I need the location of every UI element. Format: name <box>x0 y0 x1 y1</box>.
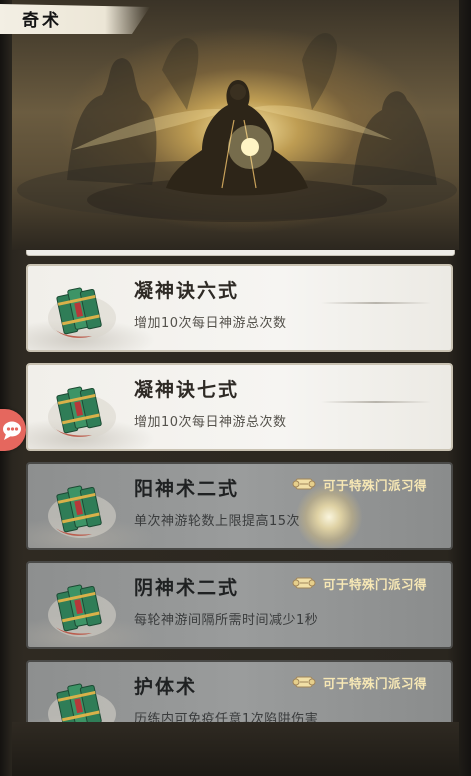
bottom-shade <box>12 722 459 776</box>
skill-card[interactable]: 凝神诀七式 增加10次每日神游总次数 <box>26 363 453 451</box>
skill-desc: 历练内可免疫任意1次陷阱伤害 <box>134 712 319 722</box>
chat-bubble-icon <box>3 421 21 440</box>
hero-banner-art <box>12 0 459 250</box>
skill-card-locked[interactable]: 护体术 历练内可免疫任意1次陷阱伤害 可于特殊门派习得 <box>26 660 453 722</box>
skill-desc: 增加10次每日神游总次数 <box>134 316 287 331</box>
skill-name: 凝神诀七式 <box>134 379 240 401</box>
skill-card-locked[interactable]: 阳神术二式 单次神游轮数上限提高15次 可于特殊门派习得 <box>26 462 453 550</box>
skill-desc: 增加10次每日神游总次数 <box>134 415 287 430</box>
skill-name: 阴神术二式 <box>134 577 240 599</box>
sparkle-effect <box>296 484 362 550</box>
floating-chat-button[interactable] <box>0 409 26 451</box>
skill-desc: 单次神游轮数上限提高15次 <box>134 514 301 529</box>
skill-card[interactable]: 凝神诀六式 增加10次每日神游总次数 <box>26 264 453 352</box>
book-icon <box>44 575 120 641</box>
skill-card-locked[interactable]: 阴神术二式 每轮神游间隔所需时间减少1秒 可于特殊门派习得 <box>26 561 453 649</box>
skill-name: 凝神诀六式 <box>134 280 240 302</box>
book-icon <box>44 476 120 542</box>
skill-desc: 每轮神游间隔所需时间减少1秒 <box>134 613 319 628</box>
source-text: 可于特殊门派习得 <box>322 675 427 691</box>
scroll-icon <box>292 575 316 591</box>
skill-name: 阳神术二式 <box>134 478 240 500</box>
source-hint: 可于特殊门派习得 <box>292 672 427 692</box>
skill-list[interactable]: 凝神诀六式 增加10次每日神游总次数 凝神诀七式 增加10次每日神游总次数 阳神… <box>24 250 455 722</box>
source-hint: 可于特殊门派习得 <box>292 573 427 593</box>
book-icon <box>44 278 120 344</box>
book-icon <box>44 377 120 443</box>
skill-name: 护体术 <box>134 676 198 698</box>
scroll-icon <box>292 674 316 690</box>
partial-card-top <box>26 250 455 256</box>
book-icon <box>44 674 120 722</box>
page-title: 奇术 <box>22 11 62 31</box>
source-text: 可于特殊门派习得 <box>322 576 427 592</box>
